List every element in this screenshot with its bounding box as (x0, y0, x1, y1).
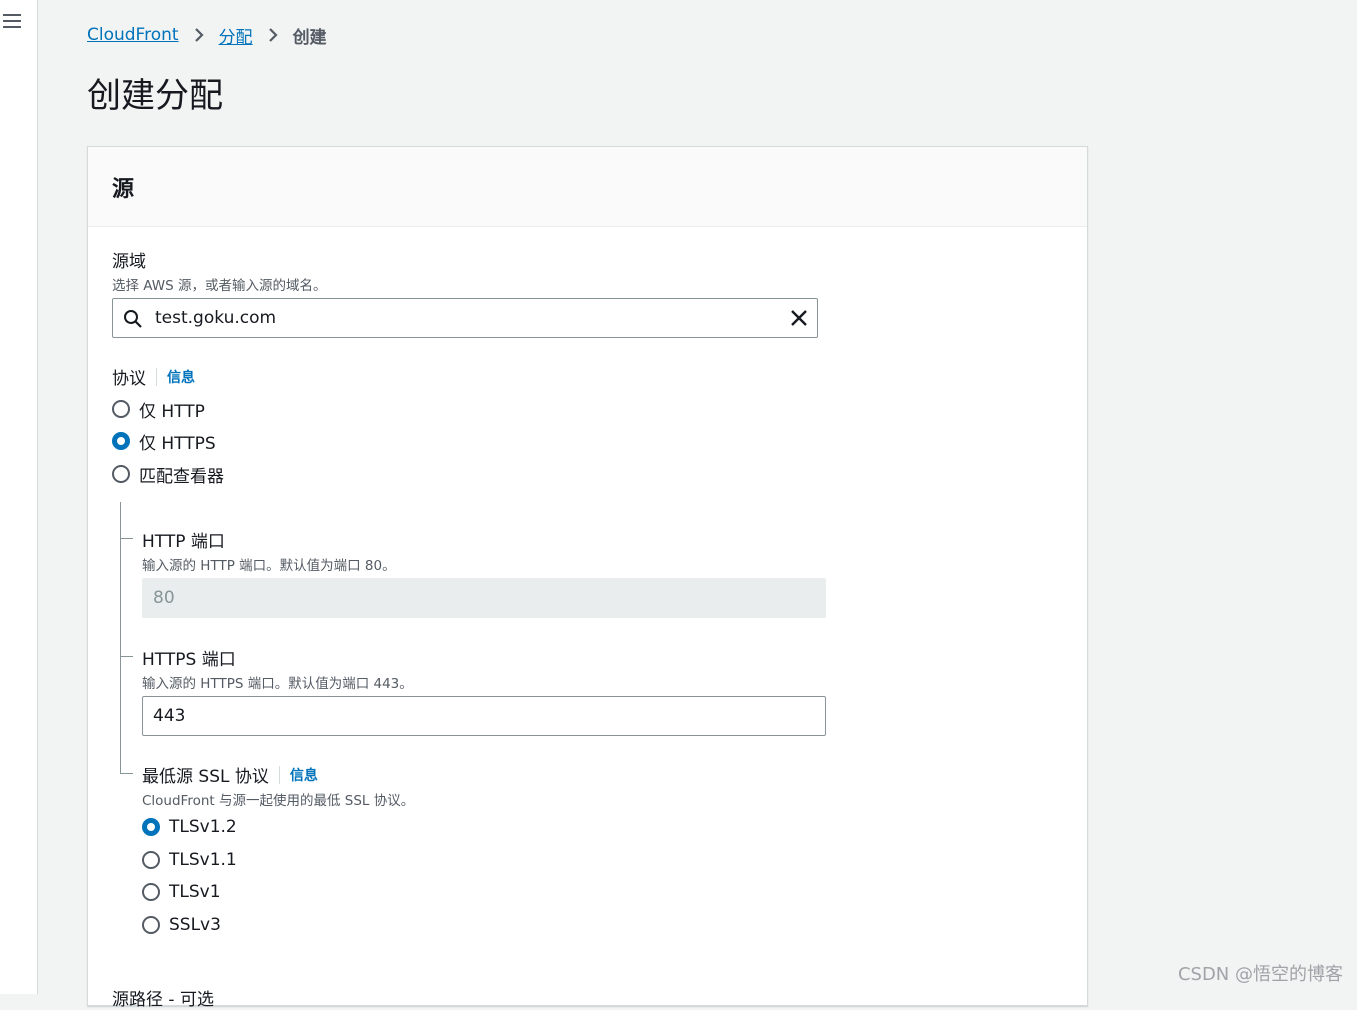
origin-domain-description: 选择 AWS 源，或者输入源的域名。 (112, 274, 327, 294)
https-port-label: HTTPS 端口 (142, 645, 236, 670)
http-port-description: 输入源的 HTTP 端口。默认值为端口 80。 (142, 554, 396, 574)
protocol-label-row: 协议 信息 (112, 364, 195, 389)
protocol-info-link[interactable]: 信息 (167, 367, 195, 387)
min-ssl-description: CloudFront 与源一起使用的最低 SSL 协议。 (142, 789, 414, 809)
radio-label: TLSv1.2 (169, 817, 237, 837)
radio-protocol-match-viewer[interactable]: 匹配查看器 (112, 462, 224, 486)
radio-protocol-https-only[interactable]: 仅 HTTPS (112, 429, 216, 453)
https-port-input[interactable] (142, 696, 826, 736)
radio-button[interactable] (112, 465, 130, 483)
tree-branch (121, 538, 133, 539)
radio-ssl-sslv3[interactable]: SSLv3 (142, 913, 221, 937)
origin-domain-search (112, 298, 818, 338)
page-title: 创建分配 (87, 72, 223, 120)
origin-path-label-partial: 源路径 - 可选 (112, 985, 214, 1010)
breadcrumb: CloudFront 分配 创建 (87, 23, 327, 47)
radio-label: TLSv1.1 (169, 850, 237, 870)
radio-label: TLSv1 (169, 882, 221, 902)
http-port-input (142, 578, 826, 618)
hamburger-menu-icon[interactable] (3, 14, 21, 30)
radio-label: SSLv3 (169, 915, 221, 935)
tree-connector (120, 502, 121, 774)
radio-button[interactable] (142, 916, 160, 934)
radio-label: 匹配查看器 (139, 462, 224, 487)
close-icon[interactable] (789, 308, 809, 328)
chevron-right-icon (267, 27, 279, 43)
side-navigation (0, 0, 38, 994)
radio-button[interactable] (142, 883, 160, 901)
divider (156, 368, 157, 386)
radio-ssl-tlsv1-1[interactable]: TLSv1.1 (142, 848, 237, 872)
min-ssl-info-link[interactable]: 信息 (290, 765, 318, 785)
divider (279, 766, 280, 784)
radio-ssl-tlsv1[interactable]: TLSv1 (142, 880, 221, 904)
watermark: CSDN @悟空的博客 (1178, 960, 1343, 986)
https-port-description: 输入源的 HTTPS 端口。默认值为端口 443。 (142, 672, 413, 692)
radio-button-selected[interactable] (112, 432, 130, 450)
origin-domain-label: 源域 (112, 247, 146, 272)
radio-protocol-http-only[interactable]: 仅 HTTP (112, 397, 205, 421)
chevron-right-icon (193, 27, 205, 43)
protocol-label: 协议 (112, 364, 146, 389)
panel-title: 源 (112, 171, 134, 203)
panel-header: 源 (88, 147, 1087, 227)
min-ssl-label: 最低源 SSL 协议 (142, 762, 269, 787)
min-ssl-label-row: 最低源 SSL 协议 信息 (142, 762, 318, 787)
breadcrumb-current: 创建 (293, 23, 327, 48)
origin-domain-input[interactable] (153, 303, 773, 333)
radio-ssl-tlsv1-2[interactable]: TLSv1.2 (142, 815, 237, 839)
radio-button[interactable] (112, 400, 130, 418)
radio-button-selected[interactable] (142, 818, 160, 836)
radio-label: 仅 HTTPS (139, 429, 216, 454)
tree-branch (121, 656, 133, 657)
http-port-label: HTTP 端口 (142, 527, 225, 552)
breadcrumb-link-cloudfront[interactable]: CloudFront (87, 25, 179, 45)
search-icon (123, 309, 143, 329)
radio-button[interactable] (142, 851, 160, 869)
tree-branch (121, 773, 133, 774)
breadcrumb-link-distributions[interactable]: 分配 (219, 23, 253, 48)
radio-label: 仅 HTTP (139, 397, 205, 422)
origin-panel: 源 源域 选择 AWS 源，或者输入源的域名。 协议 信息 仅 HTTP 仅 H… (87, 146, 1088, 1006)
